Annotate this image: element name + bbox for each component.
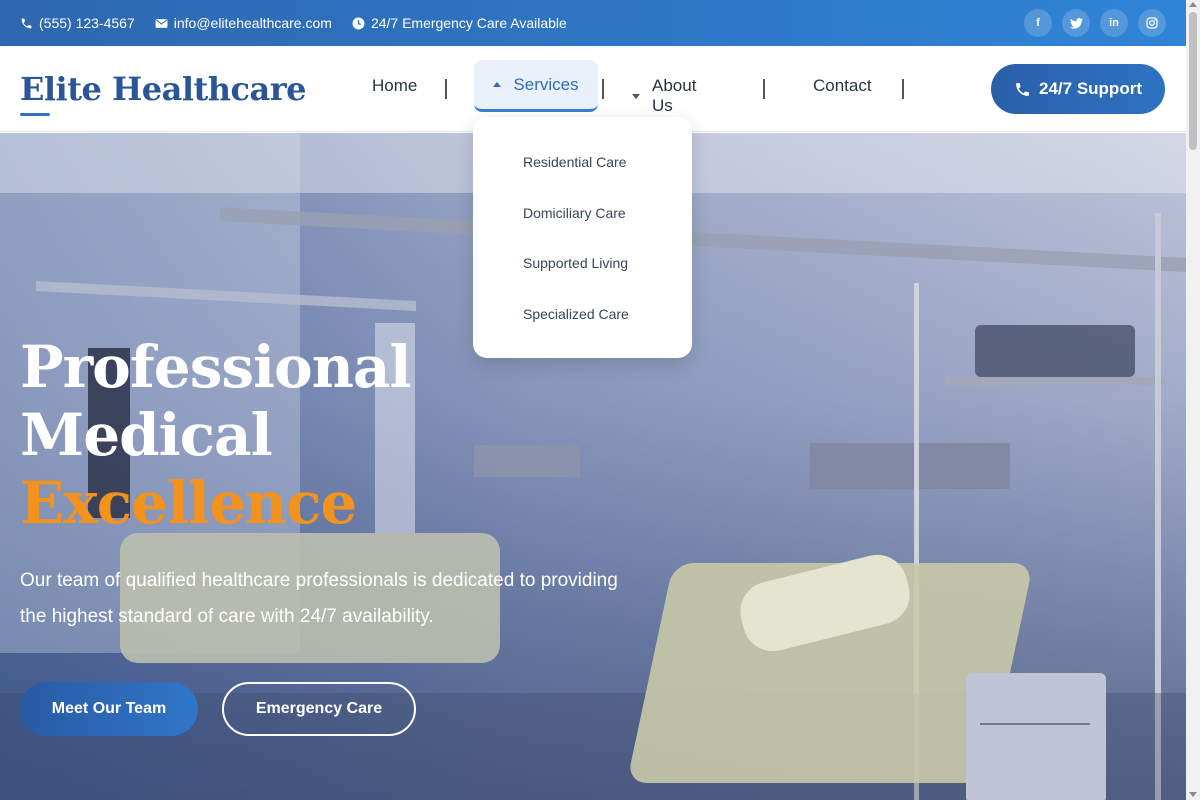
dropdown-item-residential-care[interactable]: Residential Care [473, 141, 692, 192]
nav-about-label: About Us [652, 76, 697, 115]
clock-icon [352, 17, 365, 29]
scroll-up-icon[interactable] [1189, 2, 1197, 7]
availability-text: 24/7 Emergency Care Available [370, 15, 567, 31]
hero-description: Our team of qualified healthcare profess… [20, 570, 618, 627]
hero-title-line: Medical [20, 401, 273, 469]
twitter-icon[interactable] [1062, 9, 1090, 37]
support-button-label: 24/7 Support [1039, 79, 1142, 98]
nav-home[interactable]: Home [372, 76, 417, 96]
phone-icon [21, 18, 32, 28]
nav-services-label: Services [513, 74, 579, 94]
caret-up-icon [493, 82, 502, 87]
site-logo[interactable]: Elite Healthcare [20, 70, 306, 108]
services-dropdown: Residential Care Domiciliary Care Suppor… [473, 117, 692, 358]
hero-bg-gas-panel [474, 445, 580, 477]
top-bar: (555) 123-4567 info@elitehealthcare.com … [0, 0, 1186, 46]
support-button[interactable]: 24/7 Support [991, 64, 1165, 114]
nav-services[interactable]: Services [474, 60, 598, 112]
email-info[interactable]: info@elitehealthcare.com [155, 15, 332, 31]
hero-title-accent: Excellence [20, 469, 357, 537]
envelope-icon [155, 18, 168, 28]
social-links: f in [1024, 9, 1166, 37]
nav-divider [445, 79, 447, 99]
phone-icon [1016, 82, 1029, 96]
hero-bg-monitor [975, 325, 1135, 377]
caret-down-icon [632, 93, 640, 99]
meet-team-button[interactable]: Meet Our Team [20, 682, 198, 736]
scrollbar-thumb[interactable] [1189, 12, 1197, 150]
nav-contact[interactable]: Contact [813, 76, 872, 96]
phone-info[interactable]: (555) 123-4567 [20, 15, 135, 31]
page-scrollbar[interactable] [1186, 0, 1200, 800]
linkedin-icon[interactable]: in [1100, 9, 1128, 37]
logo-underline [20, 113, 50, 116]
dropdown-item-specialized-care[interactable]: Specialized Care [473, 293, 692, 344]
hero-title-line: Professional [20, 333, 412, 401]
instagram-icon[interactable] [1138, 9, 1166, 37]
hero-bg-cabinet-handle [980, 723, 1090, 725]
dropdown-item-domiciliary-care[interactable]: Domiciliary Care [473, 192, 692, 243]
hero-title: Professional Medical Excellence [20, 333, 480, 537]
hero-bg-gas-panel [810, 443, 1010, 489]
hero-bg-shelf [945, 377, 1165, 385]
nav-divider [763, 79, 765, 99]
facebook-icon[interactable]: f [1024, 9, 1052, 37]
hero-bg-cabinet [966, 673, 1106, 800]
emergency-care-button[interactable]: Emergency Care [222, 682, 416, 736]
availability-info: 24/7 Emergency Care Available [352, 15, 567, 31]
hero-bg-rail [220, 207, 1186, 273]
dropdown-item-supported-living[interactable]: Supported Living [473, 242, 692, 293]
nav-about[interactable]: About Us [632, 76, 696, 116]
nav-divider [602, 79, 604, 99]
scroll-down-icon[interactable] [1189, 792, 1197, 797]
email-text: info@elitehealthcare.com [173, 15, 332, 31]
nav-divider [902, 79, 904, 99]
phone-text: (555) 123-4567 [39, 15, 135, 31]
